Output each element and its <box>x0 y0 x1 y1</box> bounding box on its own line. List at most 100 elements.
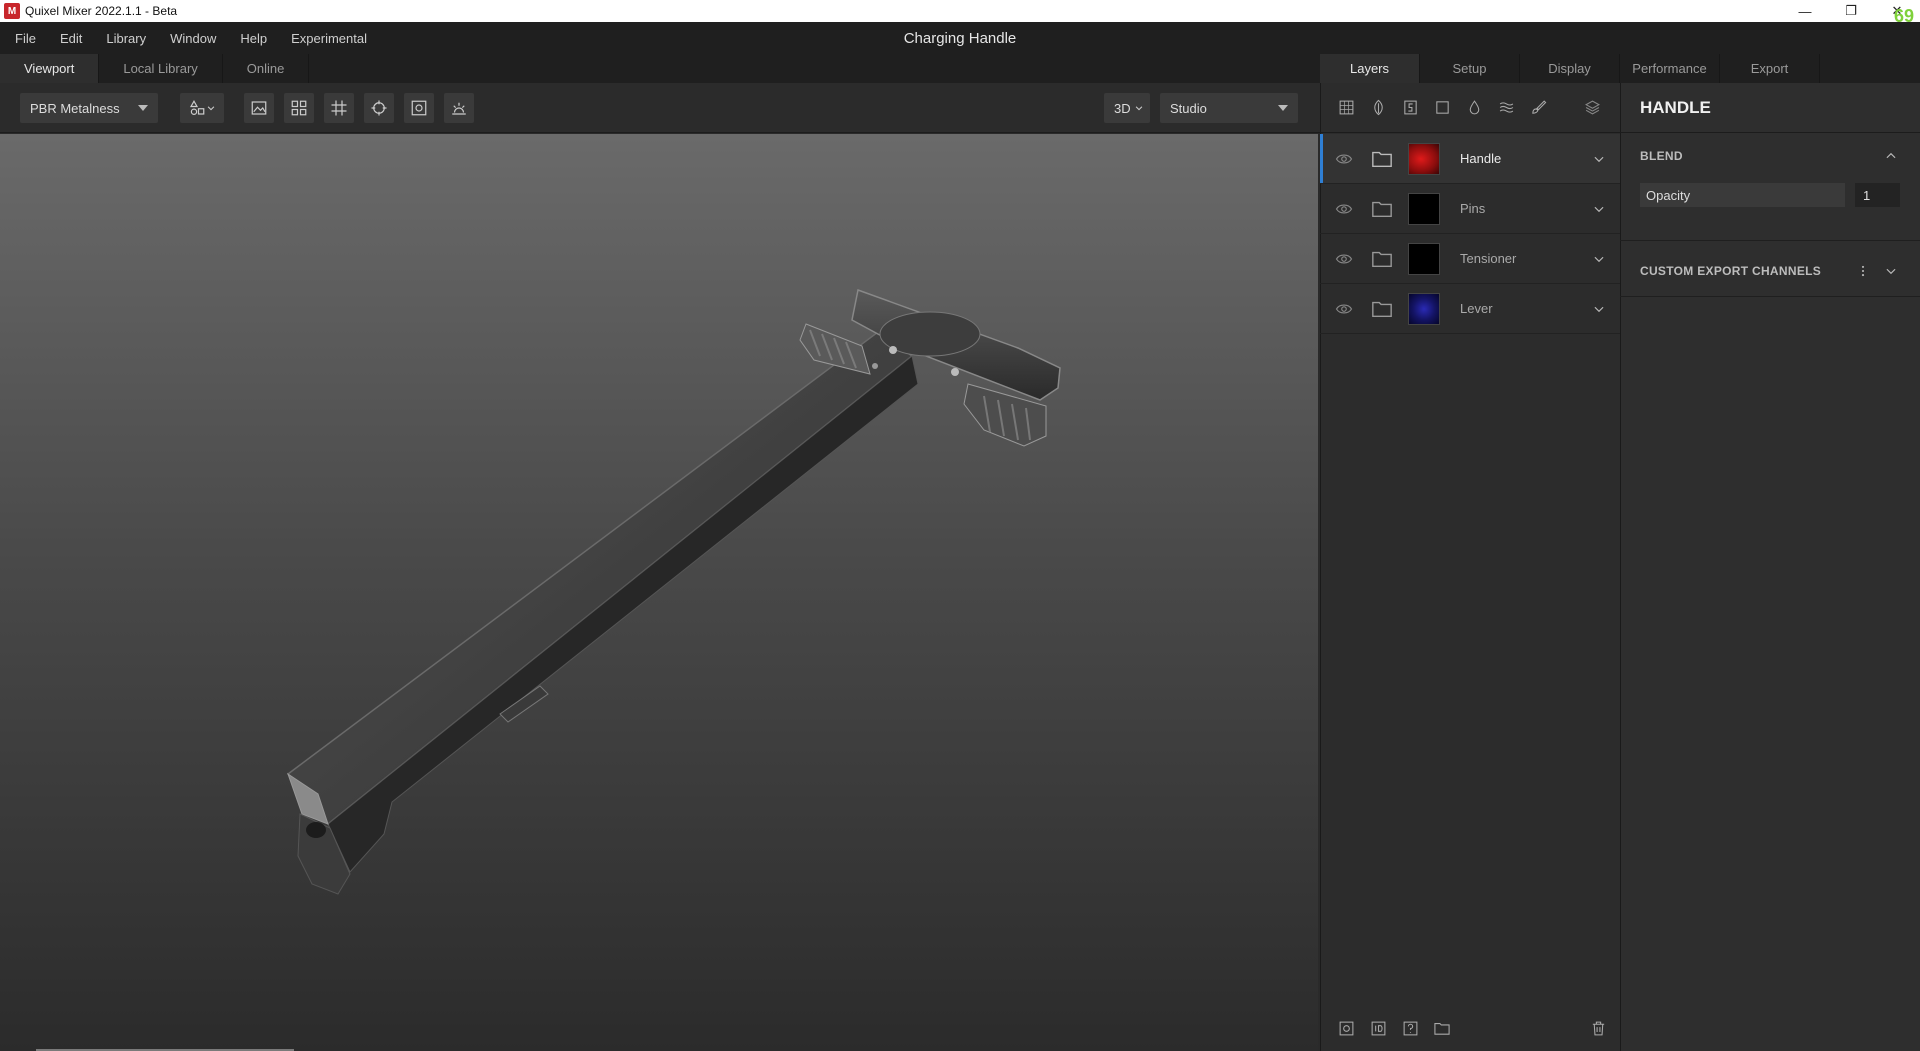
id-mask-icon <box>1371 1021 1385 1035</box>
crosshair-icon <box>371 100 387 116</box>
layer-row-pins[interactable]: Pins <box>1320 184 1620 234</box>
viewport-toolbar: PBR Metalness 3D Studio <box>0 83 1320 133</box>
visibility-toggle[interactable] <box>1332 200 1356 218</box>
mask-icon <box>1339 1021 1353 1035</box>
tab-local-library[interactable]: Local Library <box>99 54 223 83</box>
image-icon <box>251 101 267 115</box>
add-smart-material-button[interactable] <box>1362 93 1394 123</box>
procedural-icon <box>1403 1021 1417 1035</box>
add-paint-layer-button[interactable] <box>1522 93 1554 123</box>
add-solid-button[interactable] <box>1426 93 1458 123</box>
tab-export[interactable]: Export <box>1720 54 1820 83</box>
frame-button[interactable] <box>404 93 434 123</box>
grid-toggle-button[interactable] <box>324 93 354 123</box>
minimize-button[interactable]: — <box>1782 0 1828 22</box>
folder-icon <box>1368 198 1396 220</box>
shapes-dropdown-button[interactable] <box>180 93 224 123</box>
maximize-button[interactable]: ❐ <box>1828 0 1874 22</box>
menu-help[interactable]: Help <box>228 31 279 46</box>
tab-layers[interactable]: Layers <box>1320 54 1420 83</box>
chevron-down-icon <box>1594 256 1604 262</box>
layer-name: Tensioner <box>1460 251 1517 266</box>
visibility-toggle[interactable] <box>1332 250 1356 268</box>
custom-export-title: CUSTOM EXPORT CHANNELS <box>1640 264 1822 278</box>
menu-file[interactable]: File <box>0 31 48 46</box>
app-logo: M <box>4 3 20 19</box>
visibility-toggle[interactable] <box>1332 150 1356 168</box>
brush-icon <box>1531 100 1546 114</box>
grid-layer-icon <box>1339 100 1353 115</box>
add-mask-button[interactable] <box>1330 1013 1362 1043</box>
expand-button[interactable] <box>1584 302 1614 316</box>
chevron-down-icon <box>1594 206 1604 212</box>
layer-stack-button[interactable] <box>1576 93 1608 123</box>
chevron-down-icon <box>207 106 215 111</box>
properties-title: HANDLE <box>1620 83 1920 133</box>
layer-thumbnail <box>1408 142 1440 175</box>
light-icon <box>452 102 466 115</box>
section-divider <box>1620 240 1920 241</box>
add-surface-button[interactable] <box>1394 93 1426 123</box>
eye-icon <box>1335 254 1353 263</box>
blend-section-header[interactable]: BLEND <box>1620 144 1920 168</box>
add-id-mask-button[interactable] <box>1362 1013 1394 1043</box>
add-folder-button[interactable] <box>1426 1013 1458 1043</box>
layer-row-handle[interactable]: Handle <box>1320 134 1620 184</box>
visibility-toggle[interactable] <box>1332 300 1356 318</box>
tab-display[interactable]: Display <box>1520 54 1620 83</box>
frame-icon <box>411 100 427 116</box>
blend-title: BLEND <box>1640 149 1683 163</box>
lighting-button[interactable] <box>444 93 474 123</box>
add-displacement-button[interactable] <box>1490 93 1522 123</box>
menu-window[interactable]: Window <box>158 31 228 46</box>
window-titlebar: M Quixel Mixer 2022.1.1 - Beta — ❐ ✕ 69 <box>0 0 1920 26</box>
window-title: Quixel Mixer 2022.1.1 - Beta <box>25 4 178 18</box>
opacity-input[interactable]: 1 <box>1855 183 1900 207</box>
chevron-up-icon <box>1886 152 1896 159</box>
layer-name: Lever <box>1460 301 1493 316</box>
eye-icon <box>1335 304 1353 313</box>
grid-four-button[interactable] <box>284 93 314 123</box>
chevron-down-icon <box>1594 306 1604 312</box>
tab-viewport[interactable]: Viewport <box>0 54 100 83</box>
chevron-down-icon <box>1594 156 1604 162</box>
expand-button[interactable] <box>1584 202 1614 216</box>
viewport-tabs: Viewport Local Library Online <box>0 54 1320 83</box>
layer-name: Handle <box>1460 151 1502 166</box>
tab-online[interactable]: Online <box>223 54 310 83</box>
add-procedural-button[interactable] <box>1394 1013 1426 1043</box>
layer-thumbnail <box>1408 292 1440 325</box>
menu-library[interactable]: Library <box>94 31 158 46</box>
chevron-down-icon <box>1278 105 1288 111</box>
menu-edit[interactable]: Edit <box>48 31 94 46</box>
eye-icon <box>1335 154 1353 163</box>
layer-bottom-bar <box>1320 1008 1620 1048</box>
stack-icon <box>1584 100 1600 115</box>
layer-row-lever[interactable]: Lever <box>1320 284 1620 334</box>
folder-icon <box>1368 298 1396 320</box>
expand-button[interactable] <box>1584 152 1614 166</box>
view-mode-select[interactable]: 3D <box>1104 93 1150 123</box>
layer-row-tensioner[interactable]: Tensioner <box>1320 234 1620 284</box>
environment-select[interactable]: Studio <box>1160 93 1298 123</box>
image-view-button[interactable] <box>244 93 274 123</box>
delete-layer-button[interactable] <box>1582 1013 1614 1043</box>
add-layer-button[interactable] <box>1330 93 1362 123</box>
menubar: File Edit Library Window Help Experiment… <box>0 22 1920 54</box>
menu-experimental[interactable]: Experimental <box>279 31 379 46</box>
tab-setup[interactable]: Setup <box>1420 54 1520 83</box>
charging-handle-model <box>286 288 1061 895</box>
opacity-value: 1 <box>1863 187 1871 203</box>
add-fill-button[interactable] <box>1458 93 1490 123</box>
expand-button[interactable] <box>1584 252 1614 266</box>
custom-export-section-header[interactable]: CUSTOM EXPORT CHANNELS <box>1620 258 1920 284</box>
focus-button[interactable] <box>364 93 394 123</box>
material-mode-select[interactable]: PBR Metalness <box>20 93 158 123</box>
opacity-slider[interactable]: Opacity <box>1640 183 1845 207</box>
more-vertical-icon[interactable] <box>1856 263 1870 279</box>
environment-value: Studio <box>1170 100 1207 116</box>
folder-icon <box>1368 148 1396 170</box>
tab-performance[interactable]: Performance <box>1620 54 1720 83</box>
3d-viewport[interactable] <box>0 134 1318 1051</box>
layer-tools-bar <box>1320 83 1620 133</box>
